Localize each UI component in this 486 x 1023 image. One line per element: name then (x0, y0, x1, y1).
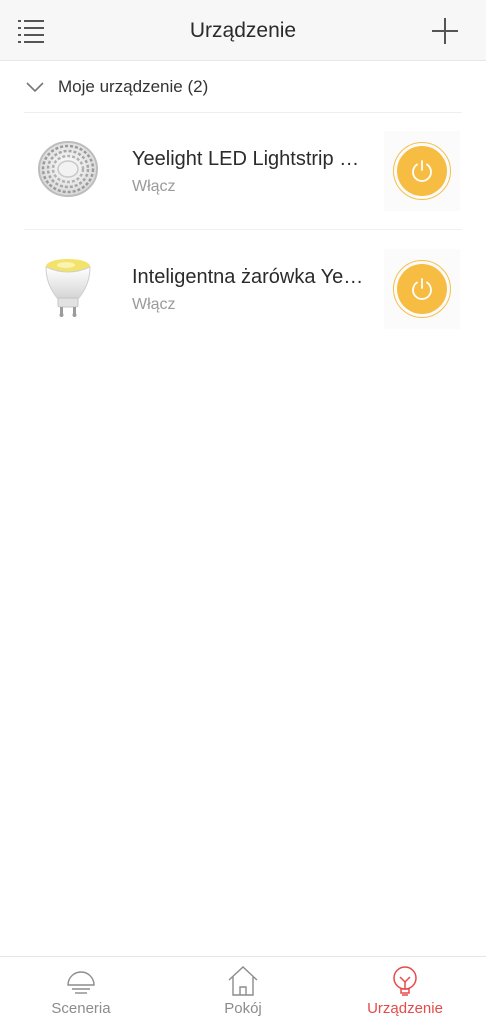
home-icon (228, 966, 258, 996)
device-status: Włącz (132, 296, 176, 313)
top-app-bar: Urządzenie (0, 0, 486, 61)
gu10-bulb-icon (36, 255, 100, 319)
device-row-lightstrip[interactable]: Yeelight LED Lightstrip Plus Włącz (24, 113, 462, 230)
power-icon (397, 264, 447, 314)
device-status: Włącz (132, 178, 176, 195)
power-icon (397, 146, 447, 196)
tab-label: Urządzenie (367, 1000, 443, 1017)
bulb-icon (393, 966, 417, 996)
bottom-tab-bar: Sceneria Pokój Urządzenie (0, 956, 486, 1023)
chevron-down-icon (26, 81, 44, 92)
power-button[interactable] (393, 142, 451, 200)
device-group-header[interactable]: Moje urządzenie (2) (24, 61, 462, 113)
tab-label: Pokój (224, 1000, 262, 1017)
power-toggle-area (384, 131, 460, 211)
page-title: Urządzenie (189, 19, 297, 42)
plus-icon[interactable] (430, 16, 460, 46)
scene-lamp-icon (67, 971, 95, 994)
tab-label: Sceneria (51, 1000, 111, 1017)
list-menu-icon[interactable] (14, 14, 48, 48)
tab-pokoj[interactable]: Pokój (162, 957, 324, 1023)
tab-urzadzenie[interactable]: Urządzenie (324, 957, 486, 1023)
power-toggle-area (384, 249, 460, 329)
device-name: Yeelight LED Lightstrip Plus (132, 148, 368, 170)
device-row-bulb[interactable]: Inteligentna żarówka Yeelight Włącz (24, 231, 462, 348)
group-label: Moje urządzenie (2) (58, 76, 209, 96)
device-name: Inteligentna żarówka Yeelight (132, 266, 368, 288)
led-strip-icon (36, 137, 100, 201)
tab-sceneria[interactable]: Sceneria (0, 957, 162, 1023)
power-button[interactable] (393, 260, 451, 318)
